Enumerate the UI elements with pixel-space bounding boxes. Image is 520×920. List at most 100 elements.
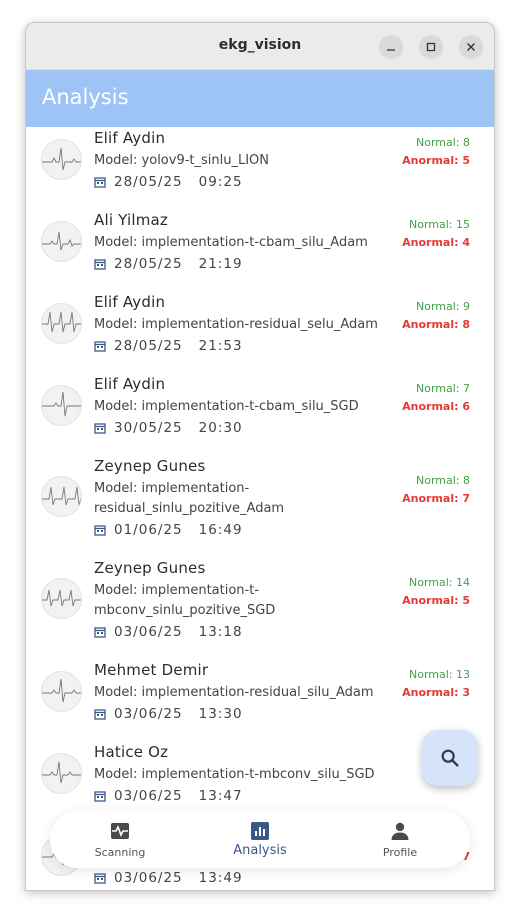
nav-analysis-label: Analysis (233, 843, 287, 858)
date-text: 28/05/25 (114, 338, 183, 354)
list-item[interactable]: Zeynep Gunes Model: implementation-t-mbc… (26, 557, 494, 659)
record-date: 28/05/25 21:53 (94, 338, 243, 354)
calendar-icon (94, 709, 106, 720)
date-text: 28/05/25 (114, 174, 183, 190)
calendar-icon (94, 627, 106, 638)
search-icon (441, 749, 459, 767)
list-item[interactable]: Elif Aydin Model: implementation-t-cbam_… (26, 373, 494, 455)
record-date: 28/05/25 09:25 (94, 174, 243, 190)
patient-name: Elif Aydin (94, 375, 166, 393)
date-text: 30/05/25 (114, 420, 183, 436)
search-button[interactable] (422, 730, 478, 786)
record-date: 03/06/25 13:47 (94, 788, 243, 804)
nav-analysis[interactable]: Analysis (190, 811, 330, 868)
ekg-thumbnail (41, 221, 82, 262)
record-date: 30/05/25 20:30 (94, 420, 243, 436)
date-text: 01/06/25 (114, 522, 183, 538)
time-text: 21:53 (198, 338, 243, 354)
model-name: Model: implementation-t-mbconv_silu_SGD (94, 767, 375, 782)
time-text: 21:19 (198, 256, 243, 272)
normal-count: Normal: 14 (409, 576, 470, 589)
result-counts: Normal: 8 Anormal: 7 (402, 472, 470, 508)
maximize-button[interactable] (419, 35, 443, 59)
bar-chart-icon (251, 822, 269, 840)
time-text: 20:30 (198, 420, 243, 436)
list-item[interactable]: Elif Aydin Model: implementation-residua… (26, 291, 494, 373)
calendar-icon (94, 525, 106, 536)
time-text: 16:49 (198, 522, 243, 538)
calendar-icon (94, 177, 106, 188)
anormal-count: Anormal: 5 (402, 154, 470, 167)
page-title: Analysis (42, 85, 129, 109)
patient-name: Zeynep Gunes (94, 457, 206, 475)
calendar-icon (94, 873, 106, 884)
normal-count: Normal: 8 (415, 474, 470, 487)
date-text: 28/05/25 (114, 256, 183, 272)
model-name: Model: implementation-t-cbam_silu_Adam (94, 235, 368, 250)
nav-scanning[interactable]: Scanning (50, 811, 190, 868)
date-text: 03/06/25 (114, 870, 183, 886)
bottom-navigation: Scanning Analysis Profile (50, 811, 470, 868)
patient-name: Ali Yilmaz (94, 211, 169, 229)
date-text: 03/06/25 (114, 706, 183, 722)
model-name: Model: implementation-t-mbconv_sinlu_poz… (94, 583, 276, 618)
anormal-count: Anormal: 4 (402, 236, 470, 249)
record-date: 03/06/25 13:18 (94, 624, 243, 640)
nav-scanning-label: Scanning (94, 846, 146, 859)
list-item[interactable]: Ali Yilmaz Model: implementation-t-cbam_… (26, 209, 494, 291)
ekg-thumbnail (41, 578, 82, 619)
patient-name: Elif Aydin (94, 293, 166, 311)
title-bar: ekg_vision (26, 23, 494, 70)
record-date: 03/06/25 13:49 (94, 870, 243, 886)
time-text: 13:47 (198, 788, 243, 804)
anormal-count: Anormal: 8 (402, 318, 470, 331)
normal-count: Normal: 9 (415, 300, 470, 313)
record-date: 01/06/25 16:49 (94, 522, 243, 538)
minimize-button[interactable] (379, 35, 403, 59)
heart-monitor-icon (111, 823, 129, 839)
ekg-thumbnail (41, 671, 82, 712)
calendar-icon (94, 791, 106, 802)
app-bar: Analysis (26, 70, 494, 127)
close-button[interactable] (459, 35, 483, 59)
nav-profile[interactable]: Profile (330, 811, 470, 868)
ekg-thumbnail (41, 476, 82, 517)
calendar-icon (94, 341, 106, 352)
model-name: Model: implementation-residual_sinlu_poz… (94, 481, 285, 516)
anormal-count: Anormal: 6 (402, 400, 470, 413)
person-icon (391, 822, 409, 840)
date-text: 03/06/25 (114, 624, 183, 640)
list-item[interactable]: Mehmet Demir Model: implementation-resid… (26, 659, 494, 741)
nav-profile-label: Profile (382, 846, 418, 859)
ekg-thumbnail (41, 303, 82, 344)
patient-name: Hatice Oz (94, 743, 169, 761)
normal-count: Normal: 7 (415, 382, 470, 395)
normal-count: Normal: 8 (415, 136, 470, 149)
list-item[interactable]: Zeynep Gunes Model: implementation-resid… (26, 455, 494, 557)
model-name: Model: implementation-t-cbam_silu_SGD (94, 399, 359, 414)
ekg-thumbnail (41, 139, 82, 180)
date-text: 03/06/25 (114, 788, 183, 804)
app-window: ekg_vision Analysis Elif Aydin Model: yo… (25, 22, 495, 891)
close-icon (467, 43, 475, 51)
record-date: 28/05/25 21:19 (94, 256, 243, 272)
anormal-count: Anormal: 7 (402, 492, 470, 505)
result-counts: Normal: 7 Anormal: 6 (402, 380, 470, 416)
time-text: 13:49 (198, 870, 243, 886)
patient-name: Zeynep Gunes (94, 559, 206, 577)
minimize-icon (387, 49, 395, 51)
time-text: 09:25 (198, 174, 243, 190)
calendar-icon (94, 259, 106, 270)
calendar-icon (94, 423, 106, 434)
list-item[interactable]: Elif Aydin Model: yolov9-t_sinlu_LION 28… (26, 127, 494, 209)
normal-count: Normal: 13 (409, 668, 470, 681)
anormal-count: Anormal: 3 (402, 686, 470, 699)
result-counts: Normal: 8 Anormal: 5 (402, 134, 470, 170)
ekg-thumbnail (41, 385, 82, 426)
anormal-count: Anormal: 5 (402, 594, 470, 607)
time-text: 13:18 (198, 624, 243, 640)
maximize-icon (426, 42, 436, 52)
patient-name: Elif Aydin (94, 129, 166, 147)
result-counts: Normal: 9 Anormal: 8 (402, 298, 470, 334)
model-name: Model: yolov9-t_sinlu_LION (94, 153, 270, 168)
